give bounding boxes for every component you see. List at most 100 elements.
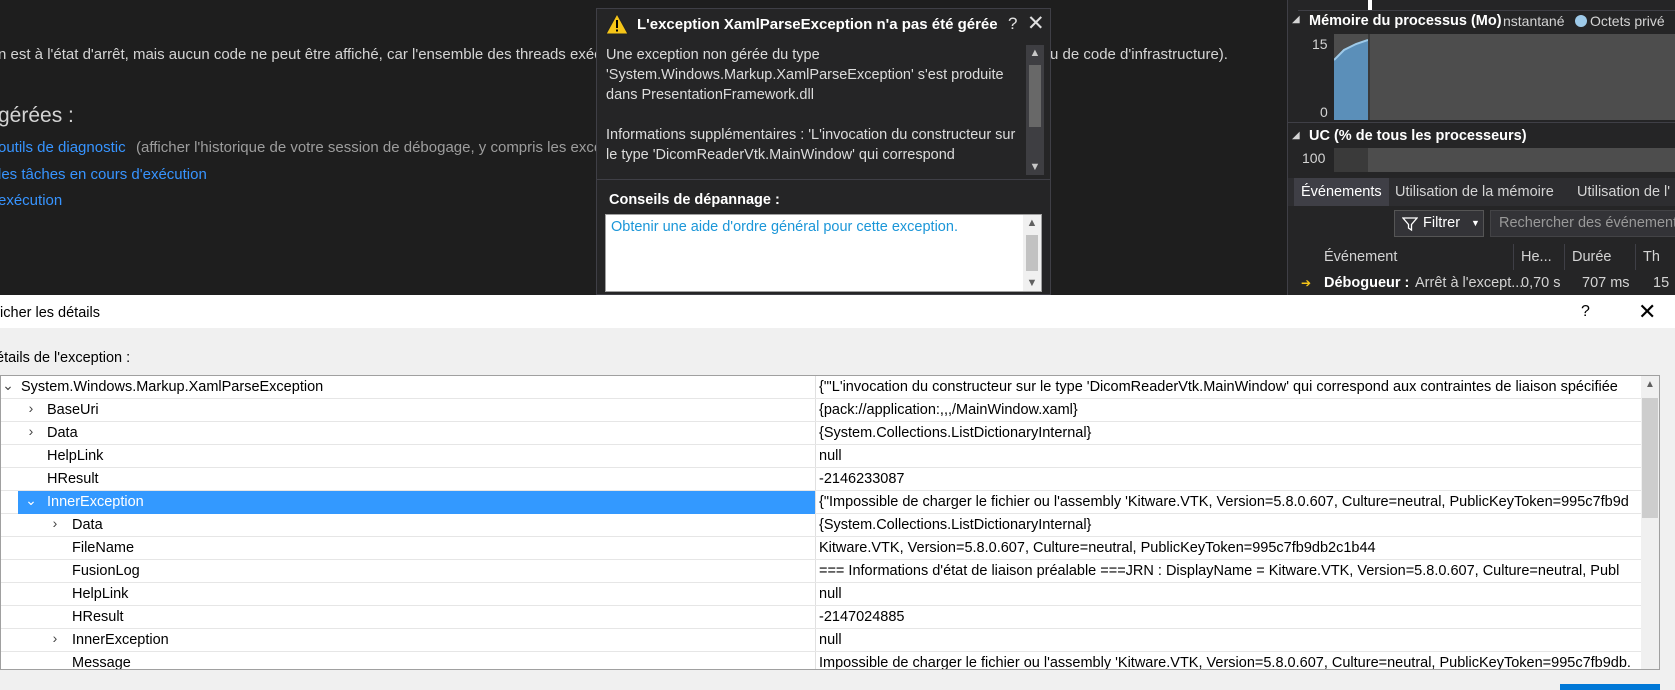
tab-memory-usage[interactable]: Utilisation de la mémoire [1388,178,1561,206]
tree-row[interactable]: FileName Kitware.VTK, Version=5.8.0.607, … [1,537,1641,560]
property-name: FileName [72,540,135,556]
memory-graph [1334,34,1675,120]
running-tasks-link[interactable]: les tâches en cours d'exécution [0,166,207,183]
tree-row[interactable]: HelpLink null [1,583,1641,606]
property-name: HResult [47,471,99,487]
scroll-down-icon[interactable]: ▼ [1026,159,1044,175]
tree-row[interactable]: ⌄ System.Windows.Markup.XamlParseExceptio… [1,376,1641,399]
tree-row[interactable]: ⌄ InnerException {"Impossible de charger l… [1,491,1641,514]
managed-heading: gérées : [0,104,74,127]
tree-row[interactable]: FusionLog === Informations d'état de liai… [1,560,1641,583]
memory-axis-max: 15 [1312,36,1328,52]
memory-axis-min: 0 [1320,104,1328,120]
scroll-thumb[interactable] [1642,398,1658,518]
help-icon[interactable]: ? [1581,303,1590,321]
memory-header: Mémoire du processus (Mo) [1309,13,1502,29]
property-name: System.Windows.Markup.XamlParseException [21,379,324,395]
break-mode-text: n est à l'état d'arrêt, mais aucun code … [0,46,611,63]
property-name: Data [72,517,103,533]
diagnostic-tools-desc: (afficher l'historique de votre session … [136,139,603,156]
event-source: Débogueur : [1324,275,1410,291]
property-name: HelpLink [72,586,129,602]
property-value: {System.Collections.ListDictionaryIntern… [819,517,1092,533]
event-text: Arrêt à l'except... [1415,275,1524,291]
property-value: {pack://application:,,,/MainWindow.xaml} [819,402,1078,418]
scroll-down-icon[interactable]: ▼ [1023,275,1041,291]
property-value: -2147024885 [819,609,905,625]
diagnostic-tools-link[interactable]: outils de diagnostic [0,139,126,156]
memory-legend-snapshot: nstantané [1503,13,1565,29]
troubleshooting-title: Conseils de dépannage : [609,192,780,208]
property-name: BaseUri [47,402,99,418]
expand-icon[interactable]: › [48,630,62,646]
tab-events[interactable]: Événements [1294,178,1389,206]
dropdown-icon: ▼ [1471,218,1480,228]
column-thread[interactable]: Th [1637,244,1675,270]
property-value: -2146233087 [819,471,905,487]
message-scrollbar[interactable]: ▲ ▼ [1026,45,1044,175]
break-arrow-icon: ➔ [1301,276,1312,290]
exception-helper-popup: L'exception XamlParseException n'a pas é… [596,8,1051,295]
scroll-thumb[interactable] [1026,235,1038,271]
execution-link[interactable]: exécution [0,192,62,209]
collapse-icon[interactable]: ⌄ [1,377,15,394]
exception-message-p1: Une exception non gérée du type 'System.… [606,47,1004,103]
expand-icon[interactable]: › [24,400,38,416]
tree-row[interactable]: HResult -2147024885 [1,606,1641,629]
collapse-icon[interactable]: ◢ [1292,14,1300,25]
tree-row[interactable]: › InnerException null [1,629,1641,652]
cpu-header: UC (% de tous les processeurs) [1309,128,1527,144]
tree-row[interactable]: › Data {System.Collections.ListDictionaryI… [1,422,1641,445]
exception-message-p2: Informations supplémentaires : 'L'invoca… [606,127,1016,163]
details-scrollbar[interactable]: ▲ [1641,376,1659,669]
tree-row[interactable]: HelpLink null [1,445,1641,468]
filter-icon [1402,217,1418,232]
close-icon[interactable]: ✕ [1638,299,1656,325]
tree-row[interactable]: Message Impossible de charger le fichier … [1,652,1641,669]
property-name: Data [47,425,78,441]
break-mode-text-tail: u de code d'infrastructure). [1050,46,1228,63]
filter-button[interactable]: Filtrer ▼ [1394,210,1484,237]
scroll-thumb[interactable] [1029,65,1041,127]
collapse-icon[interactable]: ⌄ [24,492,38,509]
exception-details-dialog: ficher les détails ? ✕ étails de l'excep… [0,295,1675,690]
events-search-input[interactable]: Rechercher des événements [1490,210,1675,237]
help-icon[interactable]: ? [1008,14,1017,34]
scroll-up-icon[interactable]: ▲ [1641,376,1659,394]
property-value: null [819,586,842,602]
general-help-link[interactable]: Obtenir une aide d'ordre général pour ce… [611,219,958,235]
troubleshooting-box: Obtenir une aide d'ordre général pour ce… [605,214,1042,292]
column-event[interactable]: Événement [1318,244,1514,270]
tree-row[interactable]: HResult -2146233087 [1,468,1641,491]
event-time: 0,70 s [1521,275,1561,291]
ok-button[interactable] [1560,684,1660,690]
tree-row[interactable]: › Data {System.Collections.ListDictionaryI… [1,514,1641,537]
property-name: InnerException [72,632,169,648]
property-value: {"'L'invocation du constructeur sur le t… [819,379,1618,395]
tips-scrollbar[interactable]: ▲ ▼ [1023,215,1041,291]
memory-legend-private: Octets privé [1590,13,1665,29]
tab-cpu-usage[interactable]: Utilisation de l' [1570,178,1675,206]
legend-dot-icon [1575,15,1587,27]
debugger-break-view: n est à l'état d'arrêt, mais aucun code … [0,0,1675,295]
warning-icon [605,13,629,35]
property-name: HResult [72,609,124,625]
property-value: {"Impossible de charger le fichier ou l'… [819,494,1629,510]
event-duration: 707 ms [1582,275,1630,291]
popup-title: L'exception XamlParseException n'a pas é… [637,16,998,33]
property-name: HelpLink [47,448,104,464]
exception-message: Une exception non gérée du type 'System.… [604,45,1024,175]
column-time[interactable]: He... [1515,244,1565,270]
memory-series-area [1334,39,1368,120]
expand-icon[interactable]: › [48,515,62,531]
dialog-title: ficher les détails [0,305,100,321]
collapse-icon[interactable]: ◢ [1292,130,1300,141]
property-value: === Informations d'état de liaison préal… [819,563,1620,579]
close-icon[interactable]: ✕ [1027,11,1045,36]
scroll-up-icon[interactable]: ▲ [1026,45,1044,61]
exception-details-tree: ⌄ System.Windows.Markup.XamlParseExceptio… [0,375,1660,670]
expand-icon[interactable]: › [24,423,38,439]
scroll-up-icon[interactable]: ▲ [1023,215,1041,231]
tree-row[interactable]: › BaseUri {pack://application:,,,/MainWind… [1,399,1641,422]
column-duration[interactable]: Durée [1566,244,1636,270]
